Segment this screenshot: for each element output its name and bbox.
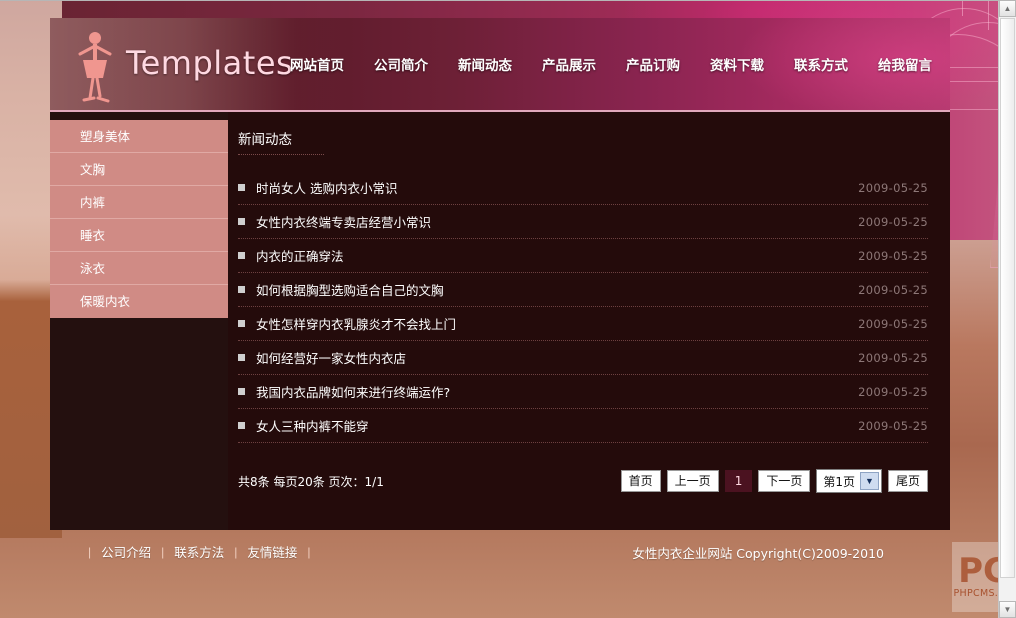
- news-date: 2009-05-25: [858, 282, 928, 297]
- site-container: Templates 网站首页 公司简介 新闻动态 产品展示 产品订购 资料下载 …: [50, 18, 950, 586]
- footer-link-2[interactable]: 友情链接: [247, 542, 297, 561]
- news-date: 2009-05-25: [858, 350, 928, 365]
- footer-separator: |: [307, 544, 311, 559]
- sidebar-menu: 塑身美体 文胸 内裤 睡衣 泳衣 保暖内衣: [50, 120, 228, 318]
- woman-figure-logo-icon: [78, 32, 112, 103]
- nav-item-0[interactable]: 网站首页: [290, 54, 344, 74]
- news-list-item[interactable]: 如何根据胸型选购适合自己的文胸 2009-05-25: [238, 273, 928, 307]
- sidebar-item-3[interactable]: 睡衣: [50, 219, 228, 252]
- news-title[interactable]: 如何经营好一家女性内衣店: [256, 348, 858, 367]
- chevron-down-icon[interactable]: ▼: [859, 472, 879, 490]
- news-date: 2009-05-25: [858, 180, 928, 195]
- sidebar: 塑身美体 文胸 内裤 睡衣 泳衣 保暖内衣: [50, 112, 228, 530]
- site-logo[interactable]: Templates: [64, 26, 314, 106]
- nav-item-5[interactable]: 资料下载: [710, 54, 764, 74]
- next-page-button[interactable]: 下一页: [758, 470, 811, 492]
- footer-link-1[interactable]: 联系方法: [174, 542, 224, 561]
- news-list: 时尚女人 选购内衣小常识 2009-05-25 女性内衣终端专卖店经营小常识 2…: [238, 171, 928, 443]
- first-page-button[interactable]: 首页: [620, 470, 661, 492]
- footer-separator: |: [161, 544, 165, 559]
- pagination-buttons: 首页 上一页 1 下一页 第1页 ▼ 尾页: [620, 469, 928, 493]
- news-date: 2009-05-25: [858, 248, 928, 263]
- vertical-scrollbar[interactable]: ▲ ▼: [998, 0, 1016, 618]
- copyright-text: 女性内衣企业网站 Copyright(C)2009-2010: [632, 546, 884, 561]
- current-page-indicator[interactable]: 1: [724, 470, 753, 492]
- bullet-square-icon: [238, 422, 245, 429]
- sidebar-item-5[interactable]: 保暖内衣: [50, 285, 228, 318]
- bullet-square-icon: [238, 320, 245, 327]
- site-footer: | 公司介绍 | 联系方法 | 友情链接 | 女性内衣企业网站 Copyrigh…: [50, 530, 950, 586]
- news-list-item[interactable]: 女性内衣终端专卖店经营小常识 2009-05-25: [238, 205, 928, 239]
- sidebar-item-4[interactable]: 泳衣: [50, 252, 228, 285]
- bullet-square-icon: [238, 286, 245, 293]
- footer-separator: |: [234, 544, 238, 559]
- news-title[interactable]: 内衣的正确穿法: [256, 246, 858, 265]
- site-header: Templates 网站首页 公司简介 新闻动态 产品展示 产品订购 资料下载 …: [50, 18, 950, 112]
- bullet-square-icon: [238, 218, 245, 225]
- bullet-square-icon: [238, 252, 245, 259]
- nav-item-4[interactable]: 产品订购: [626, 54, 680, 74]
- sidebar-item-1[interactable]: 文胸: [50, 153, 228, 186]
- bullet-square-icon: [238, 388, 245, 395]
- news-list-item[interactable]: 女性怎样穿内衣乳腺炎才不会找上门 2009-05-25: [238, 307, 928, 341]
- news-list-item[interactable]: 时尚女人 选购内衣小常识 2009-05-25: [238, 171, 928, 205]
- logo-text: Templates: [126, 44, 294, 82]
- nav-item-6[interactable]: 联系方式: [794, 54, 848, 74]
- news-date: 2009-05-25: [858, 214, 928, 229]
- scroll-up-arrow-icon[interactable]: ▲: [999, 0, 1016, 17]
- site-body: 塑身美体 文胸 内裤 睡衣 泳衣 保暖内衣 新闻动态 时尚女人 选购内衣小常识 …: [50, 112, 950, 530]
- news-title[interactable]: 女性内衣终端专卖店经营小常识: [256, 212, 858, 231]
- page-select-dropdown[interactable]: 第1页 ▼: [816, 469, 882, 493]
- news-title[interactable]: 女人三种内裤不能穿: [256, 416, 858, 435]
- nav-item-1[interactable]: 公司简介: [374, 54, 428, 74]
- news-list-item[interactable]: 我国内衣品牌如何来进行终端运作? 2009-05-25: [238, 375, 928, 409]
- news-list-item[interactable]: 内衣的正确穿法 2009-05-25: [238, 239, 928, 273]
- news-title[interactable]: 如何根据胸型选购适合自己的文胸: [256, 280, 858, 299]
- scrollbar-thumb[interactable]: [1000, 18, 1015, 578]
- news-title[interactable]: 我国内衣品牌如何来进行终端运作?: [256, 382, 858, 401]
- news-list-item[interactable]: 女人三种内裤不能穿 2009-05-25: [238, 409, 928, 443]
- nav-item-7[interactable]: 给我留言: [878, 54, 932, 74]
- page-select-value: 第1页: [823, 474, 855, 489]
- bullet-square-icon: [238, 354, 245, 361]
- news-title[interactable]: 时尚女人 选购内衣小常识: [256, 178, 858, 197]
- sidebar-item-2[interactable]: 内裤: [50, 186, 228, 219]
- news-date: 2009-05-25: [858, 316, 928, 331]
- page-title: 新闻动态: [238, 128, 324, 155]
- nav-item-2[interactable]: 新闻动态: [458, 54, 512, 74]
- browser-page: Templates 网站首页 公司简介 新闻动态 产品展示 产品订购 资料下载 …: [0, 0, 1016, 618]
- last-page-button[interactable]: 尾页: [887, 470, 928, 492]
- content-area: 新闻动态 时尚女人 选购内衣小常识 2009-05-25 女性内衣终端专卖店经营…: [228, 112, 950, 530]
- main-navigation: 网站首页 公司简介 新闻动态 产品展示 产品订购 资料下载 联系方式 给我留言: [290, 18, 950, 110]
- footer-link-0[interactable]: 公司介绍: [101, 542, 151, 561]
- pagination-info: 共8条 每页20条 页次：1/1: [238, 474, 384, 489]
- nav-item-3[interactable]: 产品展示: [542, 54, 596, 74]
- news-date: 2009-05-25: [858, 384, 928, 399]
- news-date: 2009-05-25: [858, 418, 928, 433]
- news-title[interactable]: 女性怎样穿内衣乳腺炎才不会找上门: [256, 314, 858, 333]
- scroll-down-arrow-icon[interactable]: ▼: [999, 601, 1016, 618]
- pagination: 共8条 每页20条 页次：1/1 首页 上一页 1 下一页 第1页 ▼ 尾页: [238, 469, 928, 493]
- footer-separator: |: [88, 544, 92, 559]
- news-list-item[interactable]: 如何经营好一家女性内衣店 2009-05-25: [238, 341, 928, 375]
- sidebar-item-0[interactable]: 塑身美体: [50, 120, 228, 153]
- previous-page-button[interactable]: 上一页: [666, 470, 719, 492]
- bullet-square-icon: [238, 184, 245, 191]
- footer-links: | 公司介绍 | 联系方法 | 友情链接 |: [78, 542, 321, 561]
